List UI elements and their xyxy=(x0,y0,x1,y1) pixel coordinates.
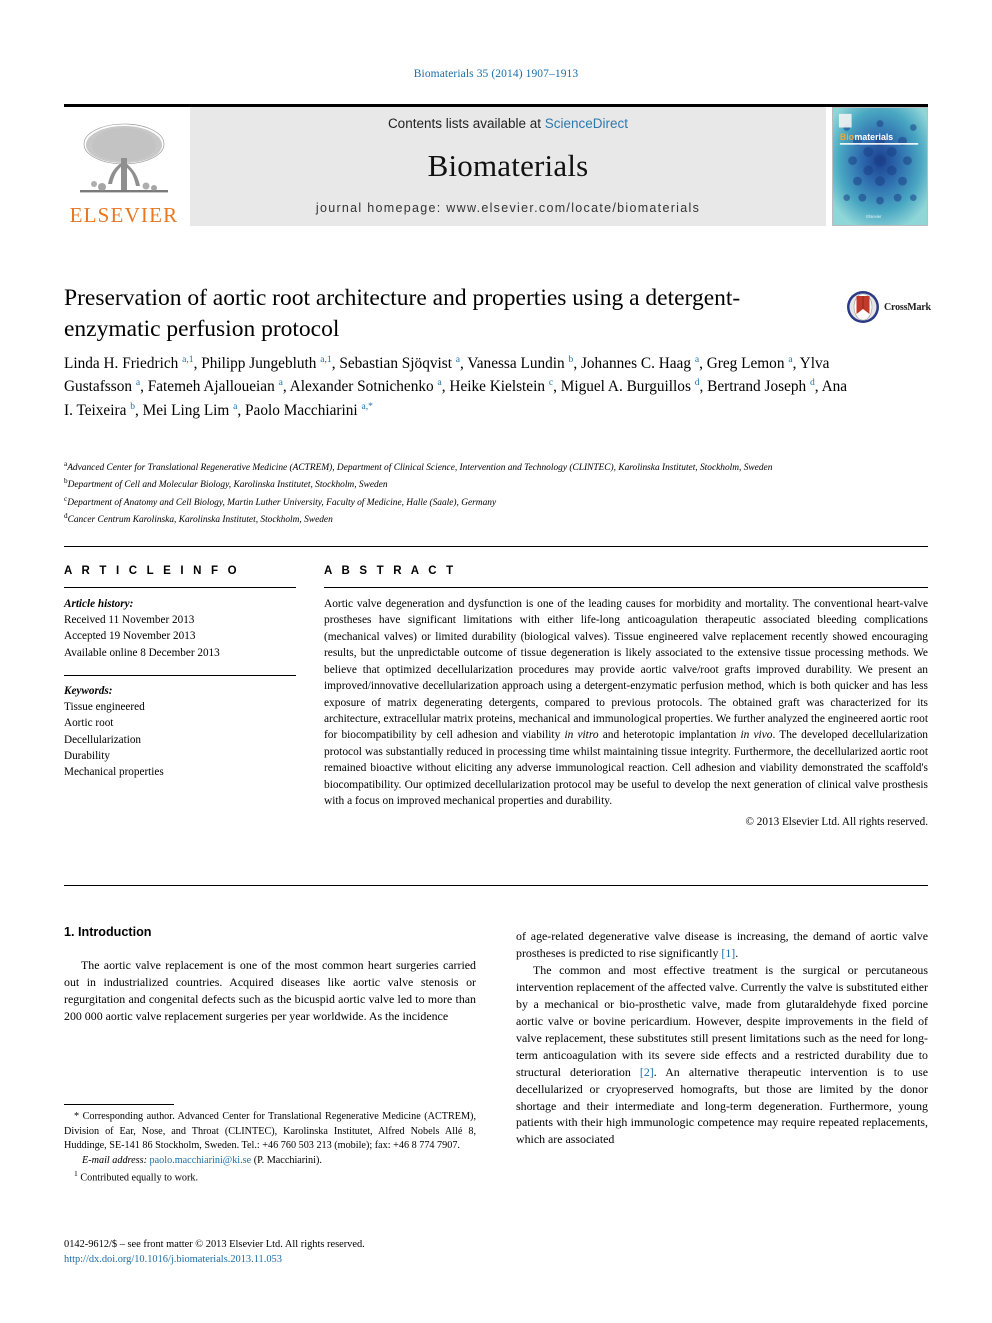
article-title: Preservation of aortic root architecture… xyxy=(64,285,741,343)
footnote-text: Contributed equally to work. xyxy=(80,1172,199,1184)
journal-title: Biomaterials xyxy=(427,148,589,183)
affiliation-list: aAdvanced Center for Translational Regen… xyxy=(64,459,934,528)
abstract-heading: A B S T R A C T xyxy=(324,565,457,577)
running-head: Biomaterials 35 (2014) 1907–1913 xyxy=(413,68,579,80)
imprint-block: 0142-9612/$ – see front matter © 2013 El… xyxy=(64,1238,504,1268)
journal-homepage-line[interactable]: journal homepage: www.elsevier.com/locat… xyxy=(316,201,700,215)
journal-cover-thumbnail: Bio materials Elsevier xyxy=(832,107,928,226)
body-column-left: The aortic valve replacement is one of t… xyxy=(64,957,476,1025)
svg-text:materials: materials xyxy=(855,132,894,142)
keywords-block: Keywords: Tissue engineered Aortic root … xyxy=(64,674,296,780)
affiliation-text: Cancer Centrum Karolinska, Karolinska In… xyxy=(67,515,333,526)
divider xyxy=(64,674,296,676)
elsevier-wordmark: ELSEVIER xyxy=(69,203,179,227)
divider xyxy=(64,587,296,588)
footnote-mark: 1 xyxy=(74,1168,78,1178)
affiliation-item: cDepartment of Anatomy and Cell Biology,… xyxy=(64,494,934,511)
issn-copyright-line: 0142-9612/$ – see front matter © 2013 El… xyxy=(64,1239,365,1250)
keywords-label: Keywords: xyxy=(64,684,113,697)
keyword-item: Decellularization xyxy=(64,733,142,746)
cover-artwork: Bio materials Elsevier xyxy=(833,108,927,225)
body-paragraph: The common and most effective treatment … xyxy=(516,962,928,1147)
equal-contribution-note: 1 Contributed equally to work. xyxy=(64,1169,476,1186)
crossmark-label: CrossMark xyxy=(884,301,931,313)
divider xyxy=(324,587,928,588)
author-list: Linda H. Friedrich a,1, Philipp Jungeblu… xyxy=(64,353,848,419)
body-paragraph: of age-related degenerative valve diseas… xyxy=(516,929,928,960)
article-info-column: A R T I C L E I N F O Article history: R… xyxy=(64,547,312,885)
article-history-item: Accepted 19 November 2013 xyxy=(64,630,196,643)
footnote-block: * Corresponding author. Advanced Center … xyxy=(64,1110,476,1186)
keyword-item: Durability xyxy=(64,749,110,762)
keyword-item: Tissue engineered xyxy=(64,701,145,714)
body-column-right: of age-related degenerative valve diseas… xyxy=(516,928,928,1148)
footnote-divider xyxy=(64,1104,174,1105)
affiliation-item: aAdvanced Center for Translational Regen… xyxy=(64,459,934,476)
affiliation-text: Department of Anatomy and Cell Biology, … xyxy=(67,497,497,508)
sciencedirect-link[interactable]: ScienceDirect xyxy=(545,116,628,131)
corresponding-author-note: * Corresponding author. Advanced Center … xyxy=(64,1111,476,1152)
doi-link[interactable]: http://dx.doi.org/10.1016/j.biomaterials… xyxy=(64,1253,504,1268)
abstract-copyright: © 2013 Elsevier Ltd. All rights reserved… xyxy=(745,816,929,829)
journal-masthead: ELSEVIER Contents lists available at Sci… xyxy=(64,104,928,226)
email-owner: (P. Macchiarini). xyxy=(253,1155,322,1167)
elsevier-logo: ELSEVIER xyxy=(64,107,184,226)
crossmark-icon xyxy=(847,291,879,323)
email-note: E-mail address: paolo.macchiarini@ki.se … xyxy=(64,1154,476,1169)
article-info-heading: A R T I C L E I N F O xyxy=(64,565,240,577)
keyword-item: Aortic root xyxy=(64,717,114,730)
svg-text:Elsevier: Elsevier xyxy=(866,214,882,219)
crossmark-badge[interactable]: CrossMark xyxy=(846,285,942,329)
contents-available-line: Contents lists available at ScienceDirec… xyxy=(388,116,628,131)
affiliation-text: Department of Cell and Molecular Biology… xyxy=(67,480,388,491)
keyword-item: Mechanical properties xyxy=(64,766,164,779)
article-history-item: Received 11 November 2013 xyxy=(64,614,195,627)
article-history-label: Article history: xyxy=(64,598,134,610)
body-paragraph: The aortic valve replacement is one of t… xyxy=(64,958,476,1023)
abstract-column: A B S T R A C T Aortic valve degeneratio… xyxy=(312,547,928,885)
article-history-item: Available online 8 December 2013 xyxy=(64,646,220,659)
info-abstract-band: A R T I C L E I N F O Article history: R… xyxy=(64,546,928,886)
affiliation-item: dCancer Centrum Karolinska, Karolinska I… xyxy=(64,511,934,528)
journal-article-page: Biomaterials 35 (2014) 1907–1913 ELSEVIE… xyxy=(0,0,992,1323)
journal-band: Contents lists available at ScienceDirec… xyxy=(190,107,826,226)
svg-text:Bio: Bio xyxy=(840,132,855,142)
email-link[interactable]: paolo.macchiarini@ki.se xyxy=(150,1155,252,1166)
affiliation-text: Advanced Center for Translational Regene… xyxy=(67,463,773,474)
affiliation-item: bDepartment of Cell and Molecular Biolog… xyxy=(64,476,934,493)
email-label: E-mail address: xyxy=(82,1155,147,1167)
section-heading-introduction: 1. Introduction xyxy=(64,925,152,939)
elsevier-tree-icon xyxy=(80,123,168,193)
contents-prefix: Contents lists available at xyxy=(387,116,545,131)
abstract-text: Aortic valve degeneration and dysfunctio… xyxy=(324,598,928,808)
